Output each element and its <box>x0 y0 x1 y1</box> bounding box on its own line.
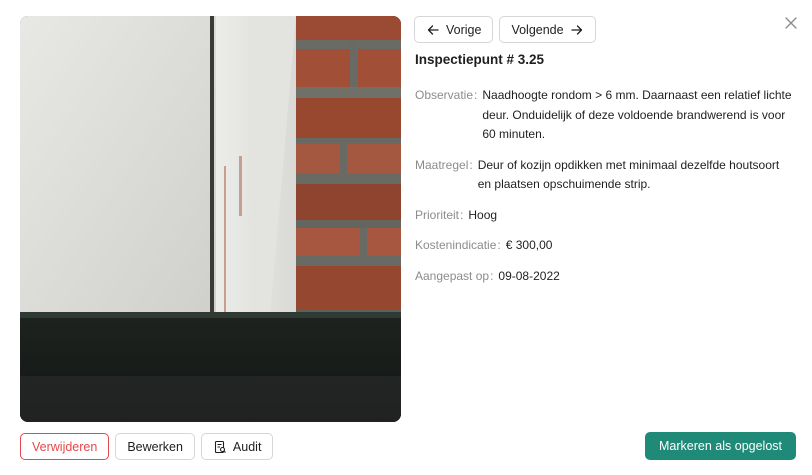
field-label: Maatregel <box>415 157 469 172</box>
field-measure: Maatregel: Deur of kozijn opdikken met m… <box>415 156 795 195</box>
field-separator: : <box>490 268 494 283</box>
field-label: Aangepast op <box>415 268 490 283</box>
arrow-right-icon <box>570 23 584 37</box>
inspection-title: Inspectiepunt # 3.25 <box>415 52 545 67</box>
field-cost-indication: Kostenindicatie: € 300,00 <box>415 236 795 256</box>
next-button[interactable]: Volgende <box>499 16 596 43</box>
inspection-details: Observatie: Naadhoogte rondom > 6 mm. Da… <box>415 86 795 297</box>
close-icon[interactable] <box>782 14 800 32</box>
inspection-photo <box>20 16 401 422</box>
field-priority: Prioriteit: Hoog <box>415 206 795 226</box>
field-separator: : <box>460 207 464 222</box>
field-value: € 300,00 <box>505 238 553 252</box>
field-observation: Observatie: Naadhoogte rondom > 6 mm. Da… <box>415 86 795 145</box>
field-modified-on: Aangepast op: 09-08-2022 <box>415 267 795 287</box>
record-navigation: Vorige Volgende <box>414 16 596 43</box>
field-separator: : <box>474 88 478 102</box>
field-value: Hoog <box>468 207 498 222</box>
arrow-left-icon <box>426 23 440 37</box>
field-label: Observatie <box>415 88 474 102</box>
inspection-modal: Vorige Volgende Inspectiepunt # 3.25 Obs… <box>0 0 812 475</box>
delete-button[interactable]: Verwijderen <box>20 433 110 460</box>
field-value: Deur of kozijn opdikken met minimaal dez… <box>477 157 780 192</box>
field-label: Kostenindicatie <box>415 238 497 252</box>
mark-resolved-button[interactable]: Markeren als opgelost <box>645 432 796 460</box>
audit-icon <box>213 440 227 454</box>
edit-button[interactable]: Bewerken <box>115 433 195 460</box>
audit-button[interactable]: Audit <box>200 433 274 460</box>
previous-button[interactable]: Vorige <box>414 16 494 43</box>
footer-actions: Verwijderen Bewerken Audit <box>20 433 274 460</box>
field-separator: : <box>497 238 501 252</box>
field-separator: : <box>469 157 473 172</box>
next-label: Volgende <box>511 22 564 37</box>
field-label: Prioriteit <box>415 207 460 222</box>
field-value: Naadhoogte rondom > 6 mm. Daarnaast een … <box>482 88 792 141</box>
previous-label: Vorige <box>446 22 482 37</box>
field-value: 09-08-2022 <box>498 268 560 283</box>
audit-label: Audit <box>232 439 262 454</box>
